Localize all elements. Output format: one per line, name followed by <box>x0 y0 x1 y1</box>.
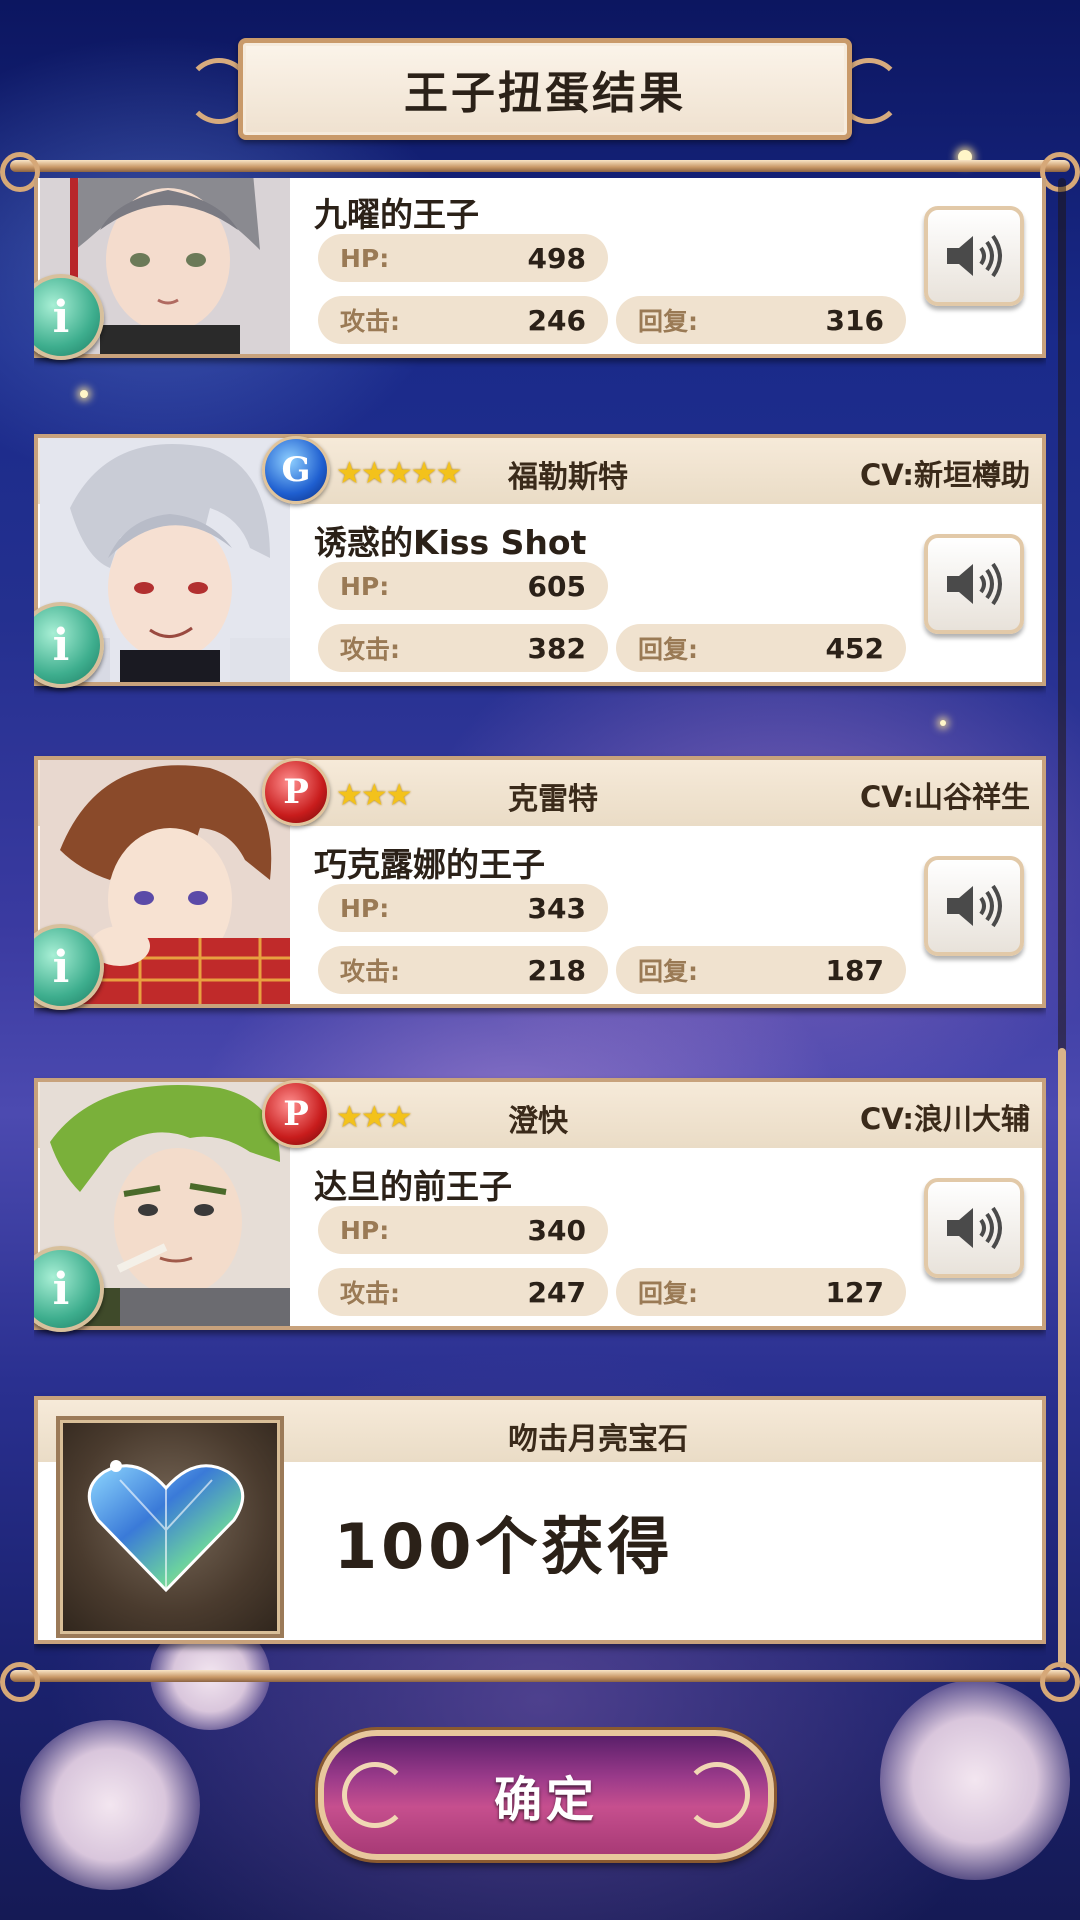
hp-label: HP: <box>340 893 390 923</box>
attack-label: 攻击: <box>340 1279 400 1308</box>
recovery-value: 187 <box>825 953 884 987</box>
prince-card: G ★★★★★ 福勒斯特 CV:新垣樽助 诱惑的Kiss Shot HP: 60… <box>34 434 1046 688</box>
rarity-letter: G <box>281 450 311 490</box>
gem-count: 100个获得 <box>334 1510 674 1583</box>
hp-stat: HP: 343 <box>318 884 608 932</box>
speaker-icon <box>947 1206 1002 1250</box>
voice-actor: CV:新垣樽助 <box>859 458 1030 492</box>
voice-button[interactable] <box>924 534 1024 634</box>
info-icon: i <box>52 291 70 343</box>
hp-value: 343 <box>527 891 586 925</box>
prince-name: 克雷特 <box>508 782 598 817</box>
attack-stat: 攻击: 246 <box>318 296 608 344</box>
attack-label: 攻击: <box>340 957 400 986</box>
heart-gem-icon <box>87 1460 245 1593</box>
recovery-value: 127 <box>825 1275 884 1309</box>
hp-label: HP: <box>340 243 390 273</box>
star-rating: ★★★ <box>336 778 413 813</box>
hp-value: 340 <box>527 1213 586 1247</box>
attack-value: 247 <box>527 1275 586 1309</box>
voice-button[interactable] <box>924 856 1024 956</box>
info-icon: i <box>52 1263 70 1315</box>
rod-knob <box>0 1662 40 1702</box>
page-title: 王子扭蛋结果 <box>404 68 686 119</box>
gem-reward-card: 吻击月亮宝石 100个获得 <box>34 1396 1046 1644</box>
recovery-value: 452 <box>825 631 884 665</box>
hp-stat: HP: 605 <box>318 562 608 610</box>
scrollbar-thumb[interactable] <box>1058 1048 1066 1668</box>
recovery-label: 回复: <box>638 635 698 664</box>
recovery-stat: 回复: 187 <box>616 946 906 994</box>
card-subtitle: 巧克露娜的王子 <box>314 845 545 884</box>
attack-value: 382 <box>527 631 586 665</box>
recovery-label: 回复: <box>638 307 698 336</box>
result-list[interactable]: 九曜的王子 HP: 498 攻击: 246 回复: 316 i G ★★★★★ … <box>34 178 1046 1668</box>
flower <box>880 1680 1070 1880</box>
prince-name: 澄快 <box>508 1104 568 1139</box>
rarity-letter: P <box>283 1094 309 1134</box>
card-subtitle: 达旦的前王子 <box>314 1167 512 1206</box>
rod-knob <box>1040 1662 1080 1702</box>
hp-stat: HP: 498 <box>318 234 608 282</box>
title-plate: 王子扭蛋结果 <box>238 38 852 140</box>
prince-card: P ★★★ 克雷特 CV:山谷祥生 巧克露娜的王子 HP: 343 攻击: 21… <box>34 756 1046 1010</box>
voice-actor: CV:浪川大辅 <box>859 1102 1030 1136</box>
info-icon: i <box>52 619 70 671</box>
prince-card: P ★★★ 澄快 CV:浪川大辅 达旦的前王子 HP: 340 攻击: 247 … <box>34 1078 1046 1332</box>
gem-title: 吻击月亮宝石 <box>508 1422 688 1457</box>
voice-button[interactable] <box>924 1178 1024 1278</box>
hp-stat: HP: 340 <box>318 1206 608 1254</box>
attack-value: 246 <box>527 303 586 337</box>
scrollbar[interactable] <box>1058 178 1066 1668</box>
info-icon: i <box>52 941 70 993</box>
bottom-rod <box>10 1670 1070 1682</box>
top-rod <box>10 160 1070 172</box>
attack-stat: 攻击: 382 <box>318 624 608 672</box>
recovery-label: 回复: <box>638 1279 698 1308</box>
voice-button[interactable] <box>924 206 1024 306</box>
button-ornament-right <box>684 1762 750 1828</box>
rarity-badge: P <box>262 1080 330 1148</box>
rarity-badge: G <box>262 436 330 504</box>
confirm-button[interactable]: 确定 <box>318 1730 774 1860</box>
star-rating: ★★★ <box>336 1100 413 1135</box>
recovery-stat: 回复: 452 <box>616 624 906 672</box>
card-subtitle: 诱惑的Kiss Shot <box>314 523 587 562</box>
recovery-stat: 回复: 127 <box>616 1268 906 1316</box>
hp-label: HP: <box>340 571 390 601</box>
speaker-icon <box>947 562 1002 606</box>
rarity-badge: P <box>262 758 330 826</box>
prince-name: 福勒斯特 <box>508 460 628 495</box>
attack-value: 218 <box>527 953 586 987</box>
hp-label: HP: <box>340 1215 390 1245</box>
prince-card: 九曜的王子 HP: 498 攻击: 246 回复: 316 i <box>34 178 1046 360</box>
attack-label: 攻击: <box>340 635 400 664</box>
attack-stat: 攻击: 247 <box>318 1268 608 1316</box>
attack-stat: 攻击: 218 <box>318 946 608 994</box>
recovery-label: 回复: <box>638 957 698 986</box>
flower <box>20 1720 200 1890</box>
hp-value: 498 <box>527 241 586 275</box>
voice-actor: CV:山谷祥生 <box>859 780 1030 814</box>
rarity-letter: P <box>283 772 309 812</box>
confirm-label: 确定 <box>493 1772 598 1828</box>
recovery-stat: 回复: 316 <box>616 296 906 344</box>
speaker-icon <box>947 884 1002 928</box>
recovery-value: 316 <box>825 303 884 337</box>
card-subtitle: 九曜的王子 <box>314 195 479 234</box>
attack-label: 攻击: <box>340 307 400 336</box>
gem-image <box>56 1416 284 1638</box>
speaker-icon <box>947 234 1002 278</box>
button-ornament-left <box>342 1762 408 1828</box>
star-rating: ★★★★★ <box>336 456 462 491</box>
hp-value: 605 <box>527 569 586 603</box>
